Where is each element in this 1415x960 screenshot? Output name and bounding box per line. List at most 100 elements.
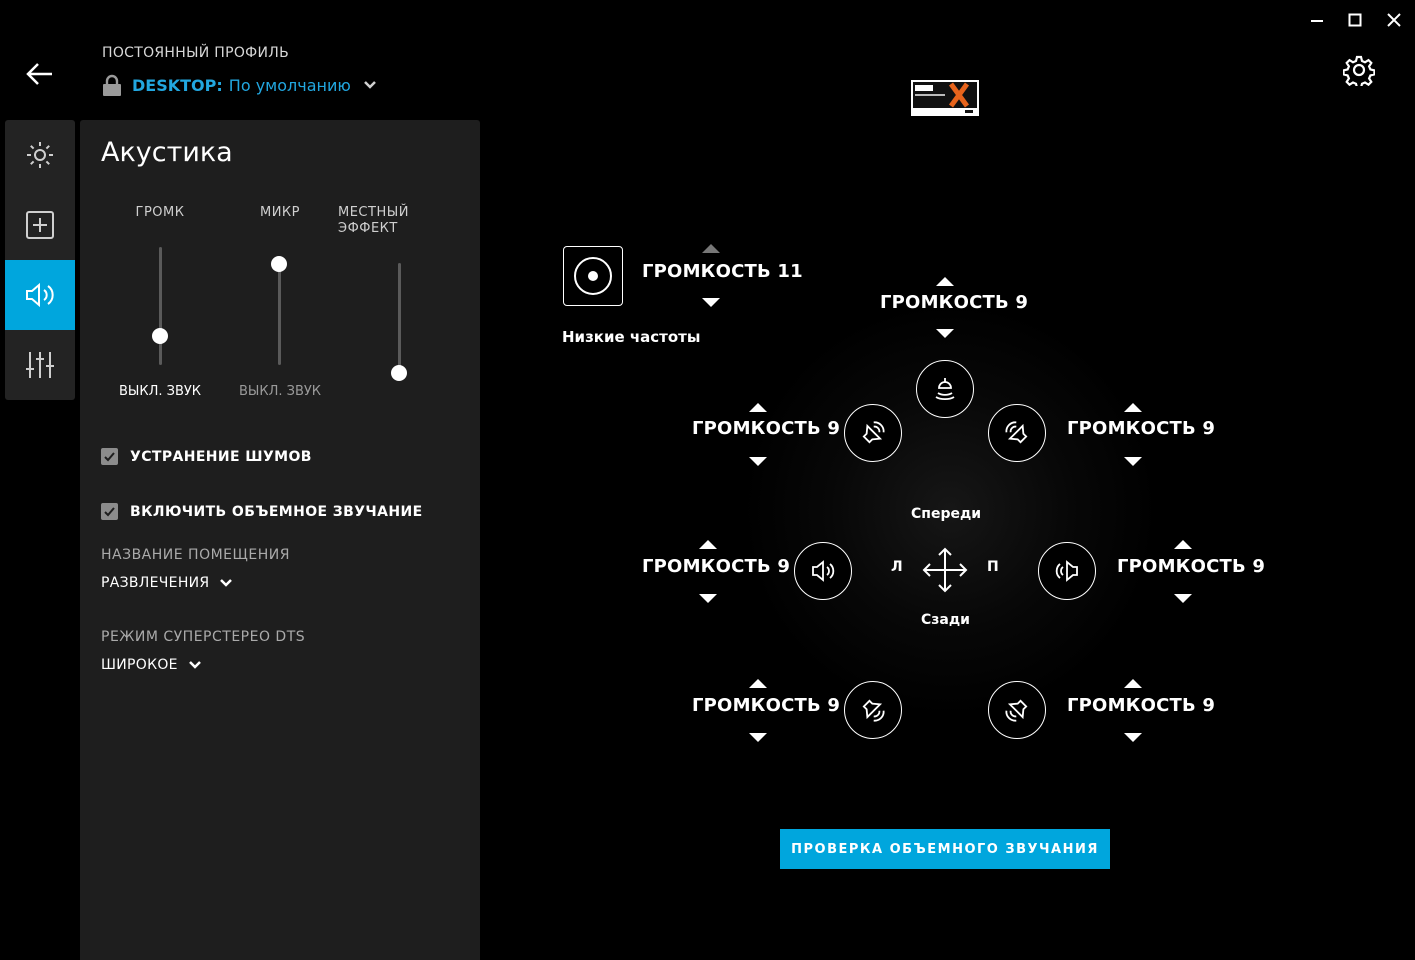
settings-button[interactable] xyxy=(1343,54,1375,86)
noise-cancel-checkbox[interactable]: УСТРАНЕНИЕ ШУМОВ xyxy=(101,448,312,465)
rear-right-volume: ГРОМКОСТЬ 9 xyxy=(1067,695,1216,716)
mic-slider-knob[interactable] xyxy=(271,256,287,272)
subwoofer-icon xyxy=(574,257,612,295)
noise-cancel-check[interactable] xyxy=(101,448,118,465)
subwoofer-button[interactable] xyxy=(563,246,623,306)
mic-slider-label: МИКР xyxy=(259,205,300,220)
checkmark-icon xyxy=(104,452,115,462)
sidebar-item-assignments[interactable] xyxy=(5,190,75,260)
front-left-volume: ГРОМКОСТЬ 9 xyxy=(692,418,841,439)
back-arrow-icon xyxy=(26,63,52,85)
center-volume-down[interactable] xyxy=(936,329,954,338)
panel-title: Акустика xyxy=(101,137,233,168)
acoustics-panel: Акустика ГРОМК ВЫКЛ. ЗВУК МИКР ВЫКЛ. ЗВУ… xyxy=(80,120,480,960)
checkmark-icon xyxy=(104,507,115,517)
side-right-volume-up[interactable] xyxy=(1174,540,1192,549)
rear-left-speaker-button[interactable] xyxy=(844,681,902,739)
stereo-mode-label: РЕЖИМ СУПЕРСТЕРЕО DTS xyxy=(101,629,306,645)
right-label: П xyxy=(987,559,999,575)
rear-right-speaker-icon xyxy=(1005,699,1028,722)
side-left-volume-up[interactable] xyxy=(699,540,717,549)
subwoofer-label: Низкие частоты xyxy=(562,328,701,346)
sidetone-label-line1: МЕСТНЫЙ xyxy=(338,205,409,220)
sidetone-slider-label: МЕСТНЫЙ ЭФФЕКТ xyxy=(338,205,418,237)
acoustics-icon xyxy=(26,282,54,308)
mic-slider-track[interactable] xyxy=(278,264,281,365)
side-left-speaker-icon xyxy=(812,560,835,582)
volume-slider-label: ГРОМК xyxy=(135,205,185,220)
rear-right-volume-up[interactable] xyxy=(1124,679,1142,688)
front-left-volume-down[interactable] xyxy=(749,457,767,466)
noise-cancel-label: УСТРАНЕНИЕ ШУМОВ xyxy=(130,448,312,465)
position-move-handle[interactable] xyxy=(920,545,970,595)
front-left-speaker-button[interactable] xyxy=(844,404,902,462)
side-right-speaker-button[interactable] xyxy=(1038,542,1096,600)
volume-mute-button[interactable]: ВЫКЛ. ЗВУК xyxy=(110,384,210,399)
lock-icon xyxy=(103,74,121,96)
sidebar-item-lighting[interactable] xyxy=(5,120,75,190)
front-right-speaker-button[interactable] xyxy=(988,404,1046,462)
room-label: НАЗВАНИЕ ПОМЕЩЕНИЯ xyxy=(101,547,290,563)
chevron-down-icon xyxy=(220,579,233,587)
subwoofer-volume-down[interactable] xyxy=(702,298,720,307)
side-left-volume: ГРОМКОСТЬ 9 xyxy=(642,556,791,577)
mic-mute-button[interactable]: ВЫКЛ. ЗВУК xyxy=(230,384,330,399)
rear-left-speaker-icon xyxy=(862,699,885,722)
equalizer-icon xyxy=(26,352,54,378)
front-label: Спереди xyxy=(911,506,982,522)
room-value: РАЗВЛЕЧЕНИЯ xyxy=(101,575,210,591)
sidetone-slider-knob[interactable] xyxy=(391,365,407,381)
rear-right-volume-down[interactable] xyxy=(1124,733,1142,742)
sidetone-label-line2: ЭФФЕКТ xyxy=(338,221,398,236)
dts-headphone-x-logo xyxy=(911,80,979,116)
center-speaker-button[interactable] xyxy=(916,360,974,418)
move-icon xyxy=(922,547,968,593)
sidetone-slider-track[interactable] xyxy=(398,263,401,373)
surround-check[interactable] xyxy=(101,503,118,520)
front-right-volume: ГРОМКОСТЬ 9 xyxy=(1067,418,1216,439)
close-icon xyxy=(1387,13,1401,27)
profile-selector[interactable]: DESKTOP: По умолчанию xyxy=(102,72,377,98)
stereo-mode-dropdown[interactable]: ШИРОКОЕ xyxy=(101,657,202,673)
room-dropdown[interactable]: РАЗВЛЕЧЕНИЯ xyxy=(101,575,233,591)
maximize-button[interactable] xyxy=(1341,8,1369,32)
profile-device: DESKTOP: xyxy=(132,75,223,95)
side-left-speaker-button[interactable] xyxy=(794,542,852,600)
front-left-volume-up[interactable] xyxy=(749,403,767,412)
side-right-volume: ГРОМКОСТЬ 9 xyxy=(1117,556,1266,577)
rear-right-speaker-button[interactable] xyxy=(988,681,1046,739)
sidebar-item-acoustics[interactable] xyxy=(5,260,75,330)
chevron-down-icon xyxy=(363,81,376,89)
front-right-volume-up[interactable] xyxy=(1124,403,1142,412)
volume-slider-knob[interactable] xyxy=(152,327,168,344)
center-volume-up[interactable] xyxy=(936,277,954,286)
volume-slider-track[interactable] xyxy=(159,247,162,365)
back-button[interactable] xyxy=(22,58,58,90)
lighting-icon xyxy=(27,142,53,168)
surround-checkbox[interactable]: ВКЛЮЧИТЬ ОБЪЕМНОЕ ЗВУЧАНИЕ xyxy=(101,503,423,520)
subwoofer-volume-up[interactable] xyxy=(702,244,720,253)
minimize-button[interactable] xyxy=(1303,8,1331,32)
assignments-icon xyxy=(26,211,54,239)
feature-sidebar xyxy=(5,120,75,400)
subwoofer-volume: ГРОМКОСТЬ 11 xyxy=(642,261,803,282)
rear-left-volume: ГРОМКОСТЬ 9 xyxy=(692,695,841,716)
side-left-volume-down[interactable] xyxy=(699,594,717,603)
surround-label: ВКЛЮЧИТЬ ОБЪЕМНОЕ ЗВУЧАНИЕ xyxy=(130,503,423,520)
side-right-volume-down[interactable] xyxy=(1174,594,1192,603)
front-left-speaker-icon xyxy=(862,421,885,444)
profile-name: По умолчанию xyxy=(228,75,351,95)
front-right-volume-down[interactable] xyxy=(1124,457,1142,466)
profile-label: ПОСТОЯННЫЙ ПРОФИЛЬ xyxy=(102,45,289,61)
left-label: Л xyxy=(891,559,903,575)
side-right-speaker-icon xyxy=(1055,560,1078,582)
stereo-mode-value: ШИРОКОЕ xyxy=(101,657,178,673)
sidebar-item-equalizer[interactable] xyxy=(5,330,75,400)
surround-test-button[interactable]: ПРОВЕРКА ОБЪЕМНОГО ЗВУЧАНИЯ xyxy=(780,829,1110,869)
close-button[interactable] xyxy=(1380,8,1408,32)
rear-left-volume-down[interactable] xyxy=(749,733,767,742)
rear-left-volume-up[interactable] xyxy=(749,679,767,688)
maximize-icon xyxy=(1348,13,1362,27)
center-volume: ГРОМКОСТЬ 9 xyxy=(880,292,1029,313)
minimize-icon xyxy=(1311,20,1323,22)
